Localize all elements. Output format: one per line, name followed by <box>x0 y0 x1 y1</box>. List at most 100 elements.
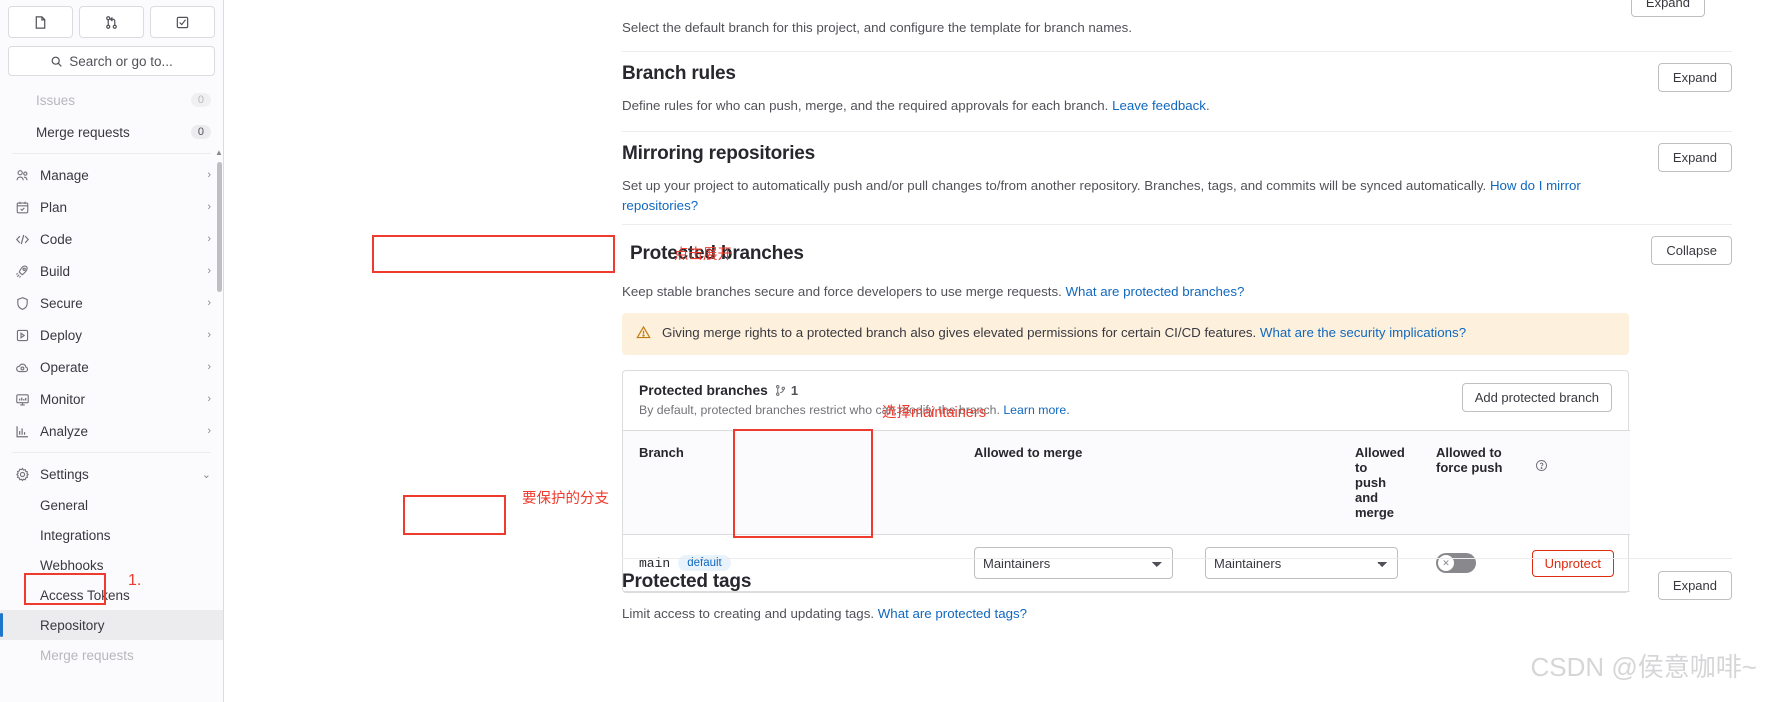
search-placeholder: Search or go to... <box>69 53 173 69</box>
divider <box>622 224 1732 225</box>
sidebar-item-general[interactable]: General <box>0 490 223 520</box>
desc-text: Set up your project to automatically pus… <box>622 178 1490 193</box>
column-header-allowed-to-push-and-merge: Allowed to push and merge <box>1183 430 1408 535</box>
calendar-icon <box>14 199 30 215</box>
security-implications-link[interactable]: What are the security implications? <box>1260 325 1466 340</box>
security-warning-alert: Giving merge rights to a protected branc… <box>622 313 1629 355</box>
chevron-down-icon: ⌄ <box>201 468 211 481</box>
sidebar-item-label: Secure <box>40 295 83 311</box>
sidebar-item-monitor[interactable]: Monitor › <box>0 383 223 415</box>
sidebar-item-label: Plan <box>40 199 68 215</box>
annotation-protect-branch: 要保护的分支 <box>522 491 609 507</box>
chevron-right-icon: › <box>207 329 211 341</box>
leave-feedback-link[interactable]: Leave feedback <box>1112 98 1206 113</box>
mirroring-expand-button[interactable]: Expand <box>1657 143 1732 172</box>
sidebar-item-label: Build <box>40 263 71 279</box>
what-are-protected-branches-link[interactable]: What are protected branches? <box>1066 284 1245 299</box>
annotation-click-expand: 点击展开 <box>674 247 732 263</box>
branch-rules-expand-button[interactable]: Expand <box>1657 63 1732 92</box>
search-input[interactable]: Search or go to... <box>8 46 215 76</box>
warning-icon <box>636 325 652 343</box>
what-are-protected-tags-link[interactable]: What are protected tags? <box>878 606 1027 621</box>
sidebar-item-label: Monitor <box>40 391 86 407</box>
todo-check-icon[interactable] <box>150 6 215 38</box>
scroll-up-arrow[interactable]: ▲ <box>215 148 223 157</box>
sidebar-item-integrations[interactable]: Integrations <box>0 520 223 550</box>
sidebar-divider <box>12 452 211 453</box>
issues-count-badge: 0 <box>190 93 211 107</box>
protected-branches-card: Protected branches 1 By default, protect… <box>622 370 1630 593</box>
annotation-select-maintainers: 选择maintainers <box>882 405 986 421</box>
sidebar-item-issues[interactable]: Issues 0 <box>0 84 223 116</box>
sidebar: Search or go to... ▲ Issues 0 Merge requ… <box>0 0 224 702</box>
sidebar-item-label: Merge requests <box>40 647 134 663</box>
sidebar-item-manage[interactable]: Manage › <box>0 159 223 191</box>
question-circle-icon[interactable] <box>1535 459 1548 475</box>
alert-message: Giving merge rights to a protected branc… <box>662 325 1260 340</box>
protected-tags-expand-button[interactable]: Expand <box>1657 571 1732 600</box>
sidebar-item-plan[interactable]: Plan › <box>0 191 223 223</box>
sidebar-item-merge-requests[interactable]: Merge requests 0 <box>0 116 223 148</box>
sidebar-item-access-tokens[interactable]: Access Tokens <box>0 580 223 610</box>
divider <box>622 51 1732 52</box>
merge-request-icon[interactable] <box>79 6 144 38</box>
default-branch-description: Select the default branch for this proje… <box>622 20 1133 35</box>
desc-text: Keep stable branches secure and force de… <box>622 284 1066 299</box>
desc-suffix: . <box>1205 98 1210 113</box>
chevron-right-icon: › <box>207 169 211 181</box>
column-header-branch: Branch <box>623 430 958 535</box>
chevron-right-icon: › <box>207 425 211 437</box>
section-title-protected-tags: Protected tags <box>622 571 752 592</box>
default-branch-expand-button[interactable]: Expand <box>1630 0 1705 17</box>
project-icon[interactable] <box>8 6 73 38</box>
section-desc-mirroring: Set up your project to automatically pus… <box>622 176 1638 216</box>
deploy-icon <box>14 327 30 343</box>
card-title: Protected branches 1 <box>639 383 1462 398</box>
section-title-branch-rules: Branch rules <box>622 63 736 84</box>
add-protected-branch-button[interactable]: Add protected branch <box>1461 383 1612 412</box>
column-header-allowed-to-merge: Allowed to merge <box>958 430 1183 535</box>
gitlab-repository-settings-page: Search or go to... ▲ Issues 0 Merge requ… <box>0 0 1775 702</box>
monitor-icon <box>14 391 30 407</box>
sidebar-item-label: Analyze <box>40 423 89 439</box>
gear-icon <box>14 466 30 482</box>
users-icon <box>14 167 30 183</box>
context-switcher <box>0 0 223 42</box>
sidebar-item-label: Settings <box>40 466 89 482</box>
rocket-icon <box>14 263 30 279</box>
section-desc-protected-tags: Limit access to creating and updating ta… <box>622 604 1658 624</box>
sidebar-item-secure[interactable]: Secure › <box>0 287 223 319</box>
sidebar-item-code[interactable]: Code › <box>0 223 223 255</box>
sidebar-item-build[interactable]: Build › <box>0 255 223 287</box>
force-push-toggle[interactable]: ✕ <box>1436 553 1476 573</box>
sidebar-item-analyze[interactable]: Analyze › <box>0 415 223 447</box>
sidebar-nav: ▲ Issues 0 Merge requests 0 Manage › Pla… <box>0 84 223 702</box>
alert-text: Giving merge rights to a protected branc… <box>662 325 1466 340</box>
card-subtitle: By default, protected branches restrict … <box>639 403 1462 417</box>
sidebar-item-operate[interactable]: Operate › <box>0 351 223 383</box>
learn-more-link[interactable]: Learn more. <box>1003 403 1069 417</box>
chart-icon <box>14 423 30 439</box>
sidebar-item-merge-requests-setting[interactable]: Merge requests <box>0 640 223 670</box>
sidebar-item-label: Merge requests <box>36 124 130 140</box>
sidebar-item-webhooks[interactable]: Webhooks <box>0 550 223 580</box>
desc-text: Define rules for who can push, merge, an… <box>622 98 1113 113</box>
merge-requests-count-badge: 0 <box>190 125 211 139</box>
divider <box>622 558 1732 559</box>
sidebar-item-label: General <box>40 497 89 513</box>
sidebar-item-settings[interactable]: Settings ⌄ <box>0 458 223 490</box>
table-header-row: Branch Allowed to merge Allowed to push … <box>623 430 1630 535</box>
sidebar-item-repository[interactable]: Repository <box>0 610 223 640</box>
sidebar-item-deploy[interactable]: Deploy › <box>0 319 223 351</box>
sidebar-item-label: Code <box>40 231 73 247</box>
branch-count-value: 1 <box>790 383 799 398</box>
chevron-right-icon: › <box>207 265 211 277</box>
protected-branches-collapse-button[interactable]: Collapse <box>1651 236 1732 265</box>
branch-icon <box>775 385 785 396</box>
sidebar-item-label: Issues <box>36 92 76 108</box>
divider <box>622 131 1732 132</box>
main-content: Expand Select the default branch for thi… <box>224 0 1775 702</box>
chevron-right-icon: › <box>207 201 211 213</box>
sidebar-item-label: Manage <box>40 167 89 183</box>
section-desc-protected-branches: Keep stable branches secure and force de… <box>622 282 1651 302</box>
